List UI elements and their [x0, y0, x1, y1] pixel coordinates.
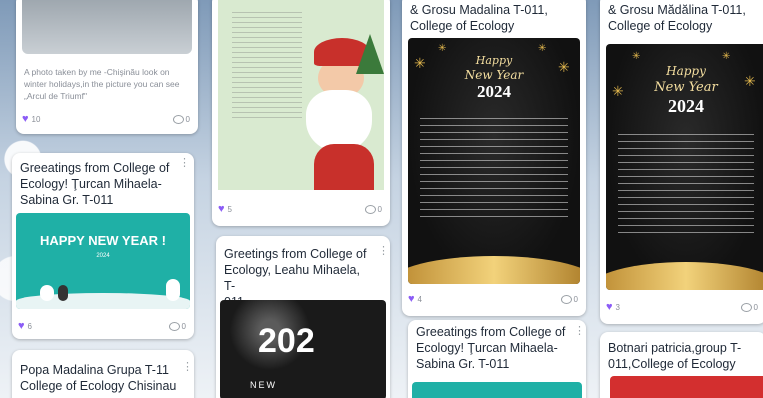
tree-decoration	[356, 34, 384, 74]
comment-button[interactable]: 0	[364, 204, 382, 214]
penguin-figure	[58, 285, 68, 301]
post-title: Popa Madalina Grupa T-11 College of Ecol…	[20, 363, 177, 393]
image-year: 2024	[96, 253, 110, 259]
snowflake-icon: ✳	[722, 51, 731, 62]
post-card-popa[interactable]: Popa Madalina Grupa T-11 College of Ecol…	[12, 350, 194, 398]
like-count: 4	[417, 294, 422, 304]
comment-button[interactable]: 0	[168, 321, 186, 331]
like-button[interactable]: ♥ 4	[408, 292, 422, 305]
post-image-happy-new-year	[412, 382, 582, 398]
santa-beard	[306, 90, 372, 152]
post-footer: ♥ 6 0	[18, 319, 186, 333]
post-footer: ♥ 5 0	[218, 202, 382, 216]
bear-figure	[40, 285, 54, 301]
image-headline: HAPPY NEW YEAR !	[40, 233, 166, 248]
comment-count: 0	[377, 204, 382, 214]
post-card-santa[interactable]: ♥ 5 0	[212, 0, 390, 226]
snowman-figure	[166, 279, 180, 301]
comment-icon	[364, 204, 376, 214]
comment-count: 0	[181, 321, 186, 331]
post-image-new-year-card: ✳ ✳ ✳ ✳ Happy New Year 2024	[408, 38, 580, 284]
comment-icon	[740, 302, 752, 312]
like-count: 5	[227, 204, 232, 214]
comment-button[interactable]: 0	[560, 294, 578, 304]
more-vertical-icon[interactable]: ⋮	[574, 326, 585, 337]
post-footer: ♥ 3 0	[606, 300, 758, 314]
post-image-happy-new-year: HAPPY NEW YEAR ! 2024	[16, 213, 190, 309]
script-happy: Happy	[475, 54, 513, 67]
heart-icon: ♥	[218, 202, 225, 215]
letter-text-block	[232, 12, 302, 122]
heart-icon: ♥	[22, 112, 29, 125]
post-image-new-year-card: ✳ ✳ ✳ ✳ Happy New Year 2024	[606, 44, 763, 290]
image-word: NEW	[250, 380, 277, 390]
post-footer: ♥ 4 0	[408, 292, 578, 306]
post-image-santa	[218, 0, 384, 190]
post-card-turcan[interactable]: Greeatings from College of Ecology! Ţurc…	[12, 153, 194, 339]
post-title: Botnari patricia,group T- 011,College of…	[608, 341, 742, 371]
post-image-winter	[22, 0, 192, 54]
image-year: 2024	[477, 82, 511, 101]
post-card-leahu[interactable]: Greetings from College of Ecology, Leahu…	[216, 236, 390, 398]
like-count: 3	[615, 302, 620, 312]
post-card-turcan[interactable]: Greeatings from College of Ecology! Ţurc…	[408, 320, 586, 398]
letter-text-block	[618, 134, 754, 234]
post-card-grosu[interactable]: & Grosu Madalina T-011, College of Ecolo…	[402, 0, 586, 316]
santa-coat	[314, 144, 374, 190]
post-title: & Grosu Madalina T-011, College of Ecolo…	[410, 3, 548, 33]
comment-count: 0	[185, 114, 190, 124]
heart-icon: ♥	[408, 292, 415, 305]
more-vertical-icon[interactable]: ⋮	[378, 246, 389, 257]
like-button[interactable]: ♥ 10	[22, 112, 41, 125]
like-button[interactable]: ♥ 3	[606, 300, 620, 313]
letter-text-block	[420, 118, 568, 218]
like-count: 6	[27, 321, 32, 331]
script-happy: Happy	[666, 64, 706, 78]
post-card-chisinau[interactable]: A photo taken by me -Chişinău look on wi…	[16, 0, 198, 134]
post-caption: A photo taken by me -Chişinău look on wi…	[24, 67, 180, 101]
image-year: 202	[258, 322, 315, 360]
post-image-red-card	[610, 376, 763, 398]
comment-icon	[168, 321, 180, 331]
post-image-fireworks: 202 NEW	[220, 300, 386, 398]
more-vertical-icon[interactable]: ⋮	[179, 158, 190, 169]
gold-wave	[606, 262, 763, 290]
script-new-year: New Year	[464, 68, 524, 82]
post-card-botnari[interactable]: Botnari patricia,group T- 011,College of…	[600, 332, 763, 398]
comment-icon	[172, 114, 184, 124]
script-new-year: New Year	[654, 80, 718, 95]
post-card-grosu[interactable]: & Grosu Mădălina T-011, College of Ecolo…	[600, 0, 763, 324]
heart-icon: ♥	[18, 319, 25, 332]
comment-button[interactable]: 0	[172, 114, 190, 124]
like-count: 10	[31, 114, 41, 124]
post-title: & Grosu Mădălina T-011, College of Ecolo…	[608, 3, 746, 33]
like-button[interactable]: ♥ 5	[218, 202, 232, 215]
post-title: Greeatings from College of Ecology! Ţurc…	[20, 161, 170, 207]
snowflake-icon: ✳	[632, 51, 641, 62]
more-vertical-icon[interactable]: ⋮	[182, 362, 193, 373]
post-title: Greeatings from College of Ecology! Ţurc…	[416, 325, 566, 371]
comment-count: 0	[573, 294, 578, 304]
gold-wave	[408, 256, 580, 284]
comment-icon	[560, 294, 572, 304]
like-button[interactable]: ♥ 6	[18, 319, 32, 332]
heart-icon: ♥	[606, 300, 613, 313]
post-footer: ♥ 10 0	[22, 112, 190, 126]
image-year: 2024	[668, 96, 704, 116]
comment-button[interactable]: 0	[740, 302, 758, 312]
comment-count: 0	[753, 302, 758, 312]
